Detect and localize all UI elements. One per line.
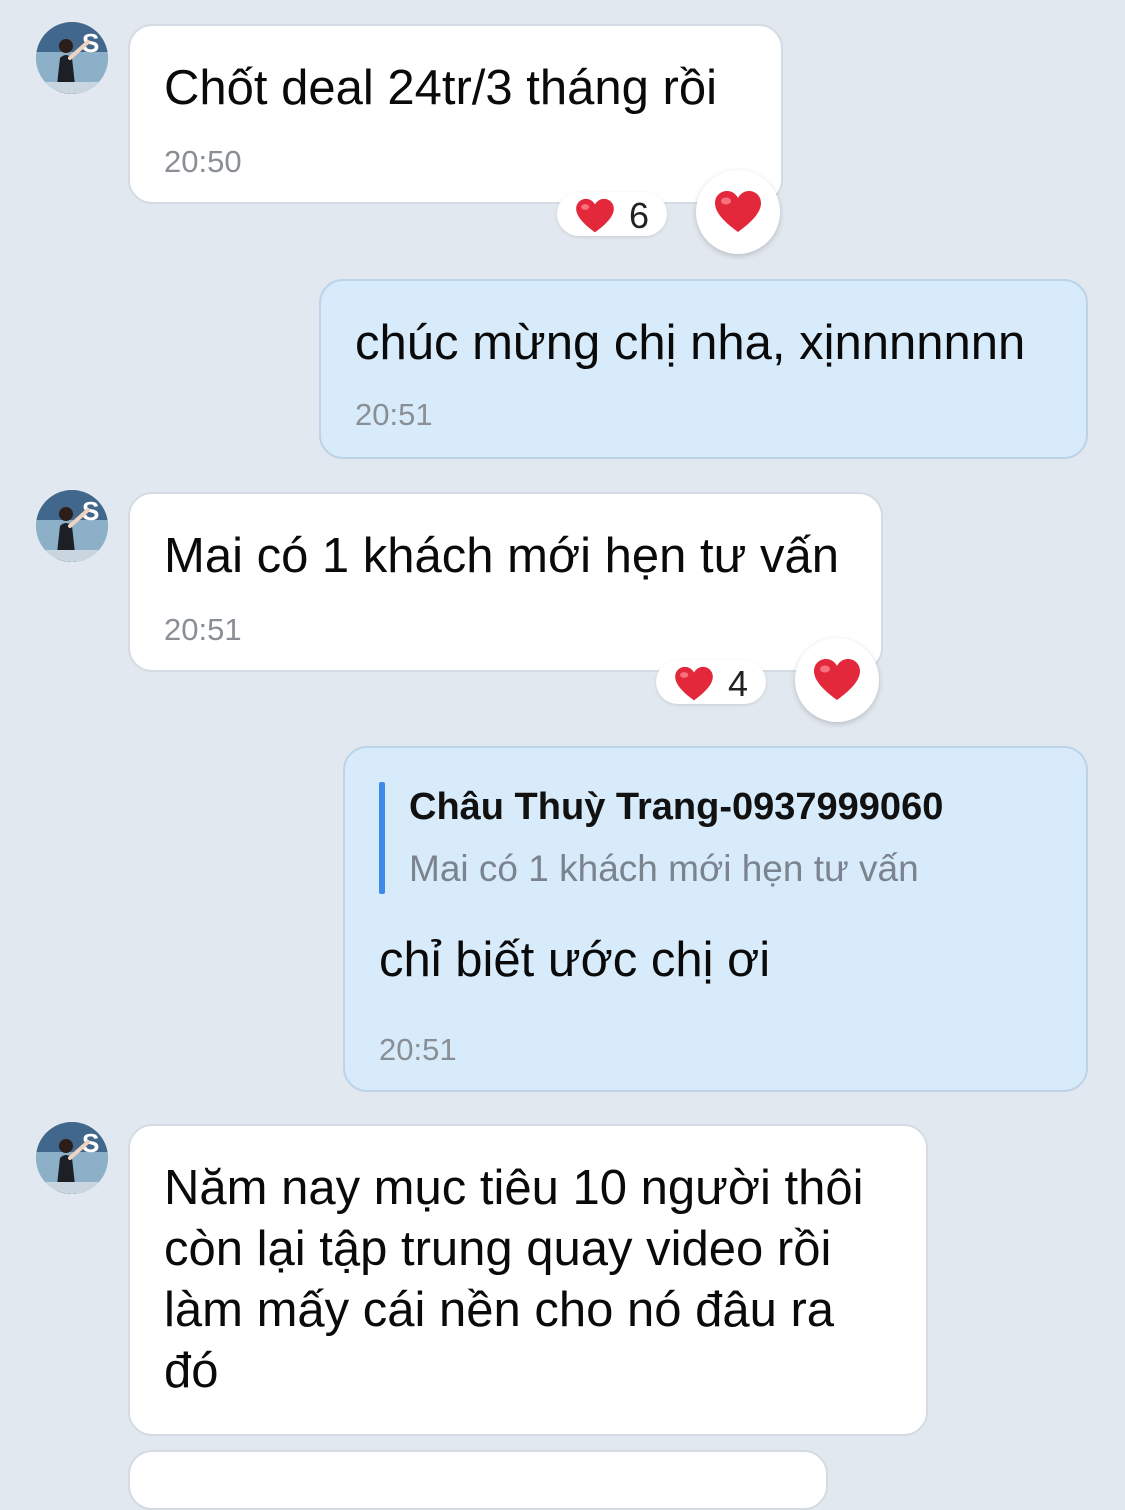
avatar-image xyxy=(36,490,108,562)
message-time: 20:51 xyxy=(164,612,242,647)
message-text: chỉ biết ước chị ơi xyxy=(379,933,771,987)
message-text: Năm nay mục tiêu 10 người thôi còn lại t… xyxy=(164,1161,864,1398)
message-bubble-incoming[interactable]: Chốt deal 24tr/3 tháng rồi 20:50 xyxy=(128,24,783,204)
heart-icon xyxy=(813,658,861,702)
message-bubble-incoming[interactable] xyxy=(128,1450,828,1510)
message-bubble-outgoing[interactable]: Châu Thuỳ Trang-0937999060 Mai có 1 khác… xyxy=(343,746,1088,1092)
message-text: Chốt deal 24tr/3 tháng rồi xyxy=(164,61,717,115)
quote-text[interactable]: Mai có 1 khách mới hẹn tư vấn xyxy=(409,848,919,890)
message-bubble-outgoing[interactable]: chúc mừng chị nha, xịnnnnnnn 20:51 xyxy=(319,279,1088,459)
quote-bar xyxy=(379,782,385,894)
message-bubble-incoming[interactable]: Mai có 1 khách mới hẹn tư vấn 20:51 xyxy=(128,492,883,672)
react-button[interactable] xyxy=(795,638,879,722)
message-time: 20:50 xyxy=(164,144,242,179)
heart-icon xyxy=(714,190,762,234)
message-text: chúc mừng chị nha, xịnnnnnnn xyxy=(355,316,1026,370)
avatar-image xyxy=(36,1122,108,1194)
reaction-count-pill[interactable]: 6 xyxy=(557,192,667,236)
reaction-count-pill[interactable]: 4 xyxy=(656,660,766,704)
message-time: 20:51 xyxy=(379,1032,457,1067)
reaction-count: 4 xyxy=(728,663,749,704)
message-bubble-incoming[interactable]: Năm nay mục tiêu 10 người thôi còn lại t… xyxy=(128,1124,928,1436)
avatar[interactable] xyxy=(36,1122,108,1194)
avatar[interactable] xyxy=(36,490,108,562)
heart-icon xyxy=(575,198,615,234)
avatar[interactable] xyxy=(36,22,108,94)
heart-icon xyxy=(674,666,714,702)
reaction-count: 6 xyxy=(629,195,650,236)
message-text: Mai có 1 khách mới hẹn tư vấn xyxy=(164,529,840,583)
avatar-image xyxy=(36,22,108,94)
message-time: 20:51 xyxy=(355,397,433,432)
react-button[interactable] xyxy=(696,170,780,254)
quote-author[interactable]: Châu Thuỳ Trang-0937999060 xyxy=(409,786,943,829)
